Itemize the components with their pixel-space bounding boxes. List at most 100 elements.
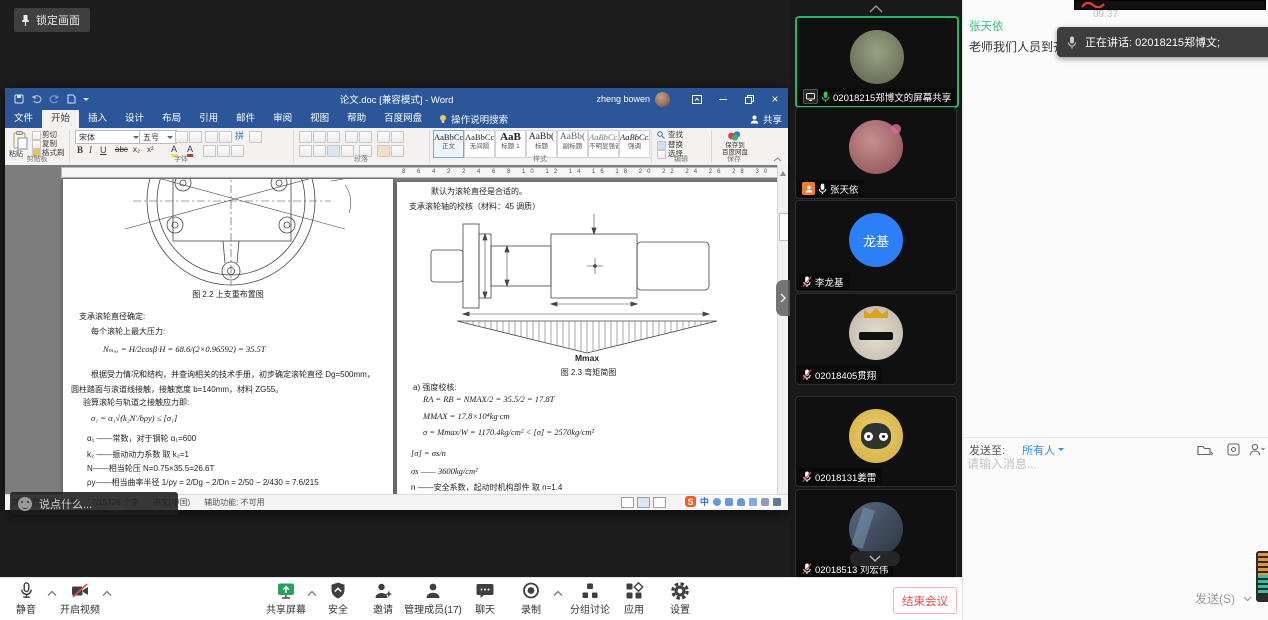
- screenshot-icon[interactable]: [1227, 443, 1240, 456]
- document-icon[interactable]: [67, 94, 76, 104]
- ribbon: 粘贴 剪切 复制 格式刷 剪贴板 宋体 五号 拼: [5, 128, 788, 166]
- document-page-1[interactable]: 图 2.2 上支重布置图 支承滚轮直径确定: 每个滚轮上最大压力: Nₘₐₓ =…: [63, 179, 393, 495]
- record-button[interactable]: 录制: [501, 581, 561, 616]
- horizontal-ruler[interactable]: 8 6 4 2 2 4 6 8 10 12 14 16 18 20 22 24 …: [61, 167, 782, 178]
- group-clipboard[interactable]: 剪贴板: [5, 154, 69, 164]
- tab-design[interactable]: 设计: [116, 110, 153, 128]
- read-mode-icon[interactable]: [621, 497, 634, 508]
- clear-format-icon[interactable]: [219, 131, 232, 143]
- ime-toolbox-icon[interactable]: [761, 498, 769, 506]
- undo-icon[interactable]: [31, 94, 42, 104]
- font-size-combo[interactable]: 五号: [139, 130, 177, 144]
- chat-history-icon[interactable]: [1197, 443, 1213, 456]
- tab-help[interactable]: 帮助: [338, 110, 375, 128]
- print-layout-icon[interactable]: [637, 497, 650, 508]
- ime-skin-icon[interactable]: [773, 498, 781, 506]
- participant-name: 李龙基: [815, 275, 844, 289]
- multilevel-list-icon[interactable]: [327, 131, 340, 143]
- end-meeting-button[interactable]: 结束会议: [893, 587, 957, 614]
- group-editing[interactable]: 编辑: [651, 154, 711, 164]
- share-button[interactable]: 共享: [750, 110, 782, 128]
- group-styles[interactable]: 样式: [429, 154, 651, 164]
- settings-button[interactable]: 设置: [650, 581, 710, 616]
- scroll-up-chevron-icon[interactable]: [868, 5, 884, 13]
- numbering-icon[interactable]: [313, 131, 326, 143]
- mic-icon: [1067, 36, 1077, 49]
- send-to-chevron-icon[interactable]: [1058, 448, 1064, 454]
- ime-emoji-icon[interactable]: [725, 498, 733, 506]
- restore-button[interactable]: [736, 88, 762, 110]
- close-button[interactable]: ×: [762, 88, 788, 110]
- record-icon: [521, 581, 541, 601]
- tab-references[interactable]: 引用: [190, 110, 227, 128]
- participant-tile[interactable]: 02018131姜雷: [795, 396, 957, 487]
- ime-toolbar[interactable]: S 中: [682, 495, 784, 508]
- redo-icon[interactable]: [49, 94, 60, 104]
- scroll-up-icon[interactable]: [780, 168, 786, 176]
- qat-dropdown-icon[interactable]: [83, 98, 89, 104]
- find-button[interactable]: 查找: [668, 130, 683, 140]
- web-layout-icon[interactable]: [653, 497, 666, 508]
- start-video-button[interactable]: 开启视频: [50, 581, 110, 616]
- paste-icon[interactable]: [13, 131, 28, 150]
- ime-punctuation-icon[interactable]: [713, 498, 721, 506]
- minimize-button[interactable]: [710, 88, 736, 110]
- participant-tile-sharer[interactable]: 02018215郑博文的屏幕共享: [795, 16, 959, 108]
- sort-icon[interactable]: [377, 131, 390, 143]
- show-marks-icon[interactable]: [391, 131, 404, 143]
- scrollbar-thumb[interactable]: [779, 213, 788, 241]
- tab-mailings[interactable]: 邮件: [227, 110, 264, 128]
- send-options-chevron[interactable]: [1243, 596, 1252, 602]
- ime-mode[interactable]: 中: [700, 495, 709, 508]
- shrink-font-icon[interactable]: [189, 131, 202, 143]
- grow-font-icon[interactable]: [175, 131, 188, 143]
- share-screen-button[interactable]: 共享屏幕: [256, 581, 316, 616]
- tab-view[interactable]: 视图: [301, 110, 338, 128]
- tab-insert[interactable]: 插入: [79, 110, 116, 128]
- tab-file[interactable]: 文件: [5, 110, 42, 128]
- tab-home[interactable]: 开始: [42, 110, 79, 128]
- status-accessibility[interactable]: 辅助功能: 不可用: [204, 497, 264, 508]
- chat-message-input[interactable]: [965, 456, 1259, 472]
- word-title: 论文.doc [兼容模式] - Word: [340, 92, 454, 106]
- emoji-icon[interactable]: [18, 497, 32, 511]
- participant-tile[interactable]: 02018405贯翔: [795, 293, 957, 385]
- word-account[interactable]: zheng bowen: [596, 92, 670, 107]
- pinyin-guide-button[interactable]: 拼: [235, 131, 244, 141]
- increase-indent-icon[interactable]: [359, 131, 372, 143]
- mute-button[interactable]: 静音: [0, 581, 56, 616]
- breakout-icon: [580, 581, 600, 601]
- collapse-ribbon-icon[interactable]: [773, 157, 782, 162]
- document-page-2[interactable]: 默认为滚轮直径是合适的。 支承滚轮轴的校核（材料：45 调质）: [397, 182, 780, 495]
- video-options-chevron[interactable]: [102, 590, 112, 597]
- danmaku-input[interactable]: 说点什么...: [10, 492, 178, 515]
- ime-keyboard-icon[interactable]: [749, 498, 757, 506]
- decrease-indent-icon[interactable]: [345, 131, 358, 143]
- pin-view-button[interactable]: 锁定画面: [14, 8, 90, 32]
- scroll-down-button[interactable]: [850, 551, 900, 566]
- change-case-icon[interactable]: [205, 131, 218, 143]
- participant-name: 02018215郑博文的屏幕共享: [833, 90, 951, 104]
- sidebar-collapse-handle[interactable]: [776, 280, 790, 316]
- tab-review[interactable]: 审阅: [264, 110, 301, 128]
- ribbon-display-options-button[interactable]: [684, 88, 710, 110]
- font-family-combo[interactable]: 宋体: [75, 130, 143, 144]
- bullets-icon[interactable]: [299, 131, 312, 143]
- group-font[interactable]: 字体: [69, 154, 293, 164]
- character-border-icon[interactable]: [249, 131, 262, 143]
- ime-logo[interactable]: S: [685, 496, 696, 507]
- group-save[interactable]: 保存: [711, 154, 757, 164]
- ime-mic-icon[interactable]: [737, 498, 745, 506]
- account-name: zheng bowen: [596, 94, 650, 104]
- tab-baidu-netdisk[interactable]: 百度网盘: [375, 110, 431, 128]
- save-icon[interactable]: [14, 94, 24, 104]
- tab-layout[interactable]: 布局: [153, 110, 190, 128]
- tell-me-search[interactable]: 操作说明搜索: [431, 110, 516, 128]
- group-paragraph[interactable]: 段落: [293, 154, 429, 164]
- send-button[interactable]: 发送(S): [1195, 590, 1252, 607]
- participant-tile[interactable]: 张天依: [795, 107, 957, 199]
- participant-tile[interactable]: 龙基 李龙基: [795, 200, 957, 292]
- vertical-scrollbar[interactable]: [777, 165, 788, 495]
- avatar: 龙基: [849, 213, 903, 267]
- mention-person-icon[interactable]: [1249, 443, 1265, 456]
